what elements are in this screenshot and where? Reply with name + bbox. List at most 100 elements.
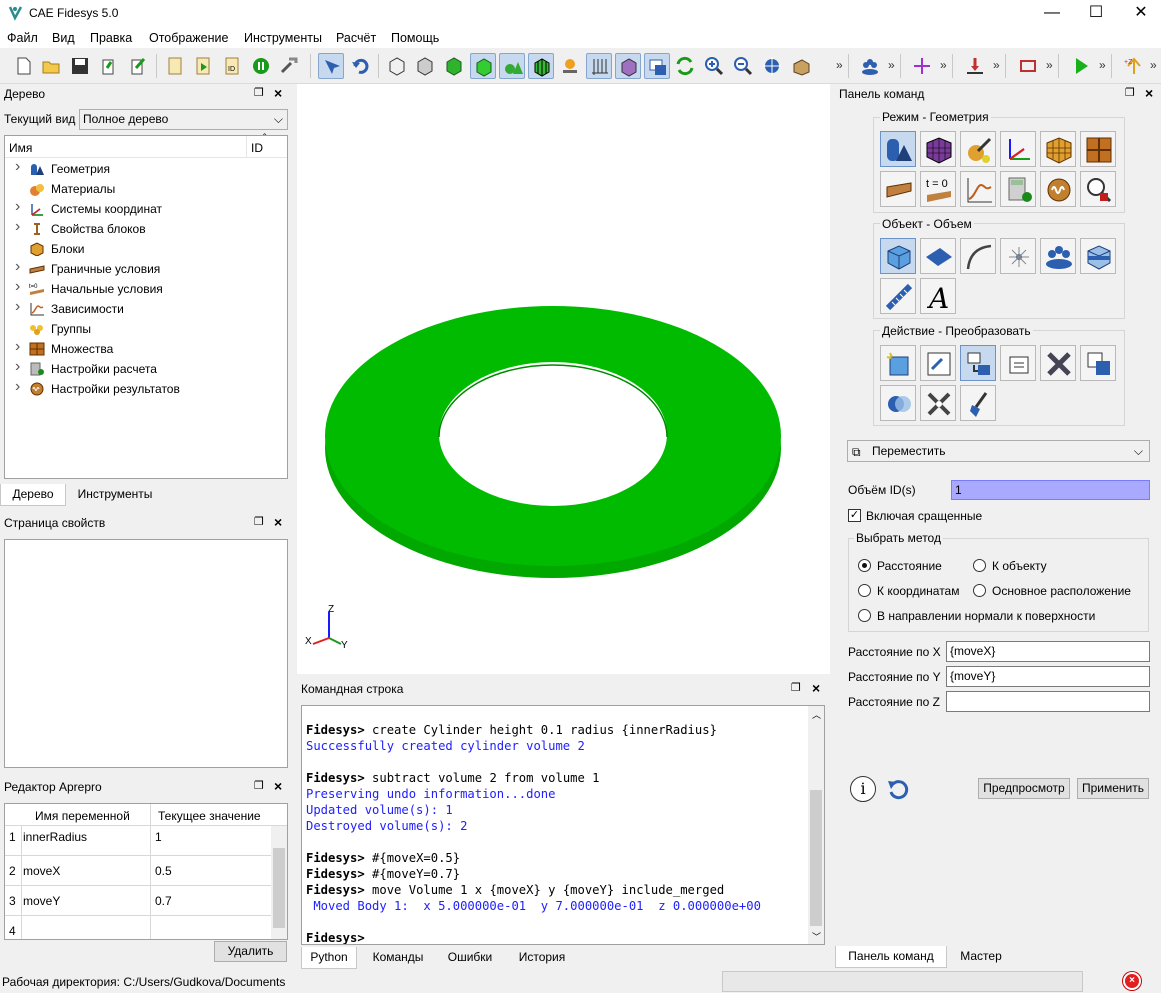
var-value-cell[interactable]: 0.5 [155,864,172,878]
close-panel-icon[interactable]: × [274,85,282,101]
menu-display[interactable]: Отображение [149,31,228,45]
nodes-icon[interactable] [557,53,583,79]
tab-python[interactable]: Python [301,947,357,969]
chevron-right-icon[interactable]: › [15,198,20,216]
properties-action-icon[interactable] [1000,345,1036,381]
var-value-cell[interactable]: 0.7 [155,894,172,908]
close-button[interactable]: ✕ [1118,0,1161,26]
apply-button[interactable]: Применить [1077,778,1149,799]
open-folder-icon[interactable] [38,53,64,79]
text-object-icon[interactable]: A [920,278,956,314]
mesh-display-icon[interactable] [528,53,554,79]
var-name-cell[interactable]: innerRadius [23,830,87,844]
chevron-right-icon[interactable]: › [15,218,20,236]
sets-mode-icon[interactable] [1080,131,1116,167]
dist-x-input[interactable]: {moveX} [946,641,1150,662]
cleanup-action-icon[interactable] [960,385,996,421]
tools-icon[interactable] [276,53,302,79]
table-row[interactable]: 2 moveX 0.5 [5,856,271,886]
tree-item[interactable]: Блоки [5,239,285,259]
close-panel-icon[interactable]: × [274,778,282,794]
groups-toolbar-icon[interactable] [857,53,883,79]
grid-axes-icon[interactable] [586,53,612,79]
refresh-icon[interactable] [672,53,698,79]
tree-item[interactable]: Материалы [5,179,285,199]
coord-system-mode-icon[interactable] [1000,131,1036,167]
tree-item[interactable]: Группы [5,319,285,339]
tab-history[interactable]: История [507,947,577,969]
fit-view-icon[interactable] [759,53,785,79]
volume-object-icon[interactable] [880,238,916,274]
shapes-icon[interactable] [499,53,525,79]
menu-view[interactable]: Вид [52,31,75,45]
delete-action-icon[interactable] [1040,345,1076,381]
tree-item[interactable]: › Граничные условия [5,258,285,279]
create-action-icon[interactable] [880,345,916,381]
crosshair-icon[interactable] [909,53,935,79]
float-icon[interactable]: ❐ [254,86,264,99]
id-script-icon[interactable]: ID [219,53,245,79]
include-merged-checkbox[interactable]: ✓ [848,509,861,522]
menu-help[interactable]: Помощь [391,31,439,45]
inspect-mode-icon[interactable] [1080,171,1116,207]
run-calc-icon[interactable] [1068,53,1094,79]
export-icon[interactable] [125,53,151,79]
maximize-button[interactable]: ☐ [1073,0,1119,26]
tree-item[interactable]: › Настройки результатов [5,378,285,399]
radio-to-object[interactable] [973,559,986,572]
journal-icon[interactable] [162,53,188,79]
delete-button[interactable]: Удалить [214,941,287,962]
col-name-header[interactable]: Имя [9,141,32,155]
radio-normal[interactable] [858,609,871,622]
ring-model[interactable] [297,84,830,674]
modify-action-icon[interactable] [920,345,956,381]
chevron-right-icon[interactable]: › [15,158,20,176]
dist-z-input[interactable] [946,691,1150,712]
float-icon[interactable]: ❐ [1125,86,1135,99]
table-row[interactable]: 4 [5,916,271,939]
dependency-mode-icon[interactable] [960,171,996,207]
tab-tools[interactable]: Инструменты [66,484,164,506]
view-select[interactable]: Полное дерево ⌵ [79,109,288,130]
initial-mode-icon[interactable]: t = 0 [920,171,956,207]
tab-errors[interactable]: Ошибки [439,947,501,969]
blocks-mode-icon[interactable] [1040,131,1076,167]
aprepro-scrollbar[interactable] [271,826,287,939]
zoom-out-icon[interactable] [730,53,756,79]
select-mode-icon[interactable] [318,53,344,79]
col-var-name[interactable]: Имя переменной [35,809,130,823]
load-icon[interactable] [962,53,988,79]
new-file-icon[interactable] [10,53,36,79]
save-icon[interactable] [67,53,93,79]
minimize-button[interactable]: — [1029,0,1075,26]
smooth-shade-icon[interactable] [470,53,496,79]
volume-ids-input[interactable]: 1 [951,480,1150,500]
shaded-icon[interactable] [441,53,467,79]
float-icon[interactable]: ❐ [254,515,264,528]
tree-item[interactable]: › Зависимости [5,298,285,319]
import-icon[interactable] [96,53,122,79]
dist-y-input[interactable]: {moveY} [946,666,1150,687]
tab-wizard[interactable]: Мастер [947,946,1015,968]
results-mode-icon[interactable] [1040,171,1076,207]
undo-icon[interactable] [347,53,373,79]
col-id-header[interactable]: ID [251,141,263,155]
material-mode-icon[interactable] [960,131,996,167]
chevron-right-icon[interactable]: › [15,338,20,356]
menu-edit[interactable]: Правка [90,31,132,45]
tree-item[interactable]: › Системы координат [5,198,285,219]
zoom-in-icon[interactable] [701,53,727,79]
perspective-icon[interactable] [615,53,641,79]
mesh-mode-icon[interactable] [920,131,956,167]
reset-icon[interactable] [886,777,910,801]
tab-commands[interactable]: Команды [363,947,433,969]
error-indicator-icon[interactable]: × [1123,972,1141,990]
menu-file[interactable]: Файл [7,31,38,45]
viewport-3d[interactable]: Z Y X [297,84,830,674]
tree-item[interactable]: › t=0 Начальные условия [5,278,285,299]
tab-tree[interactable]: Дерево [0,484,66,506]
body-object-icon[interactable] [1080,238,1116,274]
close-panel-icon[interactable]: × [812,680,820,696]
info-icon[interactable]: i [850,776,876,802]
table-row[interactable]: 1 innerRadius 1 [5,826,271,856]
